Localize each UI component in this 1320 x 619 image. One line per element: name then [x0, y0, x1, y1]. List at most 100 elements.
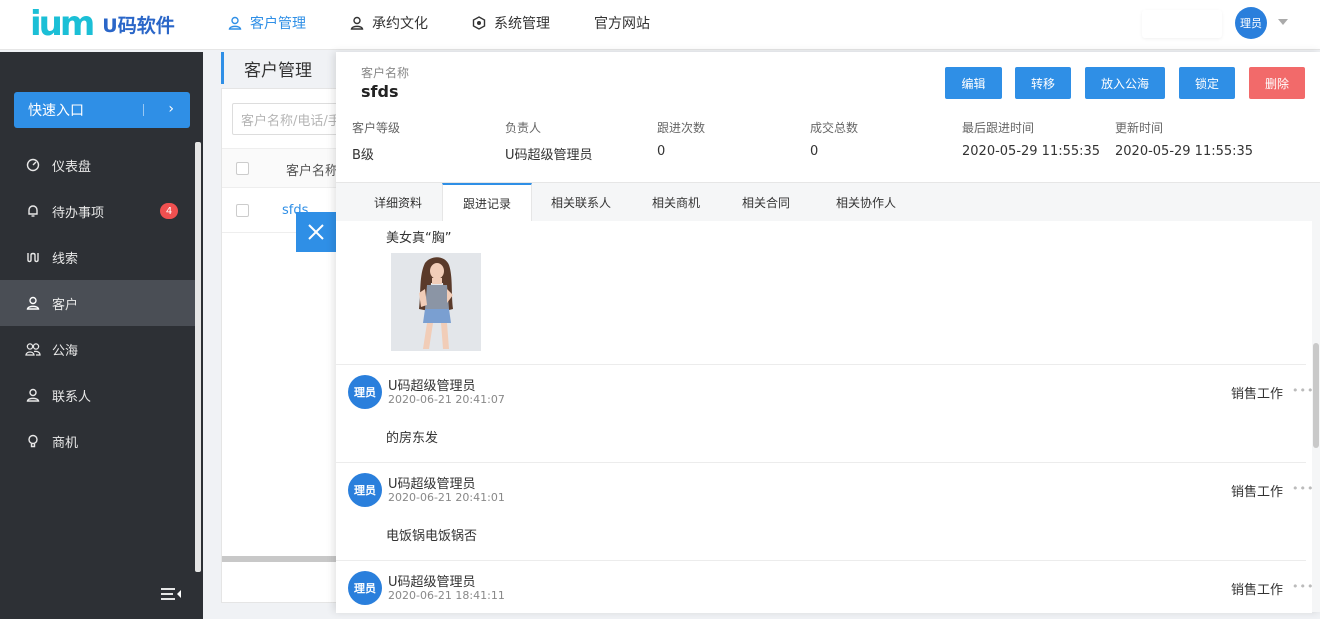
move-to-pool-button[interactable]: 放入公海 — [1085, 67, 1165, 99]
customer-name-label: 客户名称 — [361, 66, 410, 80]
nav-culture[interactable]: 承约文化 — [350, 0, 428, 46]
sidebar-item-opportunities[interactable]: 商机 — [0, 418, 195, 464]
info-level: 客户等级 B级 — [352, 119, 400, 163]
bulb-icon — [24, 434, 42, 448]
customer-detail-drawer: 客户名称 sfds 编辑 转移 放入公海 锁定 删除 客户等级 B级 负责人 U… — [336, 52, 1320, 613]
record-content: 电饭锅电饭锅否 — [386, 529, 478, 544]
nav-system-management[interactable]: 系统管理 — [472, 0, 550, 46]
info-value: 2020-05-29 11:55:35 — [1115, 144, 1254, 159]
top-bar: ium U码软件 客户管理 承约文化 系统管理 官方网站 理员 — [0, 0, 1320, 50]
edit-button[interactable]: 编辑 — [945, 67, 1002, 99]
quick-entry-button[interactable]: 快速入口 › — [14, 92, 190, 128]
sidebar-item-label: 联系人 — [52, 389, 92, 405]
info-updated-time: 更新时间 2020-05-29 11:55:35 — [1115, 119, 1253, 159]
row-checkbox[interactable] — [236, 204, 249, 217]
record-type-tag: 销售工作 — [1231, 583, 1284, 598]
record-author: U码超级管理员 — [388, 379, 476, 394]
contact-icon — [24, 388, 42, 402]
sidebar-item-label: 商机 — [52, 435, 79, 451]
avatar: 理员 — [348, 375, 382, 409]
sidebar-item-leads[interactable]: 线索 — [0, 234, 195, 280]
clue-icon — [24, 250, 42, 264]
info-label: 更新时间 — [1115, 121, 1164, 135]
avatar[interactable]: 理员 — [1235, 7, 1267, 39]
record-time: 2020-06-21 18:41:11 — [388, 589, 505, 602]
divider — [336, 364, 1306, 365]
chevron-right-icon: › — [168, 101, 174, 117]
top-search-box[interactable] — [1142, 10, 1222, 38]
sidebar-item-public-pool[interactable]: 公海 — [0, 326, 195, 372]
info-value: 0 — [810, 144, 819, 159]
record-type-tag: 销售工作 — [1231, 485, 1284, 500]
select-all-checkbox[interactable] — [236, 162, 249, 175]
column-header-name: 客户名称 — [286, 164, 339, 179]
info-label: 客户等级 — [352, 121, 401, 135]
dashboard-icon — [24, 158, 42, 172]
sidebar-item-label: 公海 — [52, 343, 79, 359]
horizontal-scrollbar[interactable] — [222, 556, 340, 562]
divider — [336, 462, 1306, 463]
more-icon[interactable]: ••• — [1292, 384, 1312, 397]
sidebar-item-todo[interactable]: 待办事项 4 — [0, 188, 195, 234]
close-button[interactable] — [296, 212, 336, 252]
bell-icon — [24, 204, 42, 218]
tab-details[interactable]: 详细资料 — [356, 183, 440, 221]
info-label: 最后跟进时间 — [962, 121, 1035, 135]
record-time: 2020-06-21 20:41:07 — [388, 393, 505, 406]
tab-related-contacts[interactable]: 相关联系人 — [536, 183, 626, 221]
avatar: 理员 — [348, 571, 382, 605]
menu-collapse-icon[interactable] — [160, 586, 182, 606]
followup-record-list: 美女真“胸” 理员 U码超级管理员 2020-06-21 20:41:07 销售… — [336, 221, 1312, 613]
nav-label: 系统管理 — [494, 16, 550, 32]
sidebar-item-label: 仪表盘 — [52, 159, 92, 175]
transfer-button[interactable]: 转移 — [1015, 67, 1071, 99]
sidebar-item-label: 待办事项 — [52, 205, 105, 221]
avatar: 理员 — [348, 473, 382, 507]
logo[interactable]: ium U码软件 — [30, 6, 175, 42]
content-scrollbar[interactable] — [1313, 343, 1319, 448]
info-label: 跟进次数 — [657, 121, 706, 135]
record-content: 美女真“胸” — [386, 231, 452, 246]
info-value: U码超级管理员 — [505, 148, 593, 163]
record-type-tag: 销售工作 — [1231, 387, 1284, 402]
sidebar-item-label: 线索 — [52, 251, 79, 267]
users-icon — [24, 342, 42, 356]
nav-customer-management[interactable]: 客户管理 — [228, 0, 306, 46]
sidebar-item-dashboard[interactable]: 仪表盘 — [0, 142, 195, 188]
tab-related-contracts[interactable]: 相关合同 — [726, 183, 806, 221]
nav-label: 官方网站 — [594, 16, 650, 32]
more-icon[interactable]: ••• — [1292, 482, 1312, 495]
tab-related-opportunities[interactable]: 相关商机 — [636, 183, 716, 221]
lock-button[interactable]: 锁定 — [1179, 67, 1235, 99]
user-icon — [24, 296, 42, 310]
quick-entry-label: 快速入口 — [28, 103, 84, 119]
record-author: U码超级管理员 — [388, 575, 476, 590]
tab-bar: 详细资料 跟进记录 相关联系人 相关商机 相关合同 相关协作人 — [336, 183, 1320, 221]
more-icon[interactable]: ••• — [1292, 580, 1312, 593]
divider — [143, 104, 144, 116]
tab-followup-records[interactable]: 跟进记录 — [442, 183, 532, 221]
record-author: U码超级管理员 — [388, 477, 476, 492]
attached-photo[interactable] — [391, 253, 481, 351]
chevron-down-icon[interactable] — [1278, 19, 1288, 25]
sidebar-menu: 仪表盘 待办事项 4 线索 客户 公海 联系人 商机 — [0, 142, 195, 464]
delete-button[interactable]: 删除 — [1249, 67, 1305, 99]
nav-official-site[interactable]: 官方网站 — [594, 0, 650, 46]
logo-text: U码软件 — [102, 14, 175, 37]
tab-related-collaborators[interactable]: 相关协作人 — [818, 183, 914, 221]
info-last-followup: 最后跟进时间 2020-05-29 11:55:35 — [962, 119, 1100, 159]
record-content: 的房东发 — [386, 431, 439, 446]
info-deal-total: 成交总数 0 — [810, 119, 858, 159]
sidebar-item-contacts[interactable]: 联系人 — [0, 372, 195, 418]
nav-label: 承约文化 — [372, 16, 428, 32]
info-label: 成交总数 — [810, 121, 859, 135]
detail-tabs: 详细资料 跟进记录 相关联系人 相关商机 相关合同 相关协作人 美女真“胸” 理… — [336, 182, 1320, 613]
search-input[interactable]: 客户名称/电话/手机 — [232, 103, 342, 135]
nav-label: 客户管理 — [250, 16, 306, 32]
gear-icon — [472, 16, 486, 30]
logo-mark: ium — [30, 4, 95, 44]
sidebar-item-customers[interactable]: 客户 — [0, 280, 195, 326]
divider — [336, 560, 1306, 561]
sidebar-scrollbar[interactable] — [195, 142, 201, 572]
info-value: B级 — [352, 148, 374, 163]
